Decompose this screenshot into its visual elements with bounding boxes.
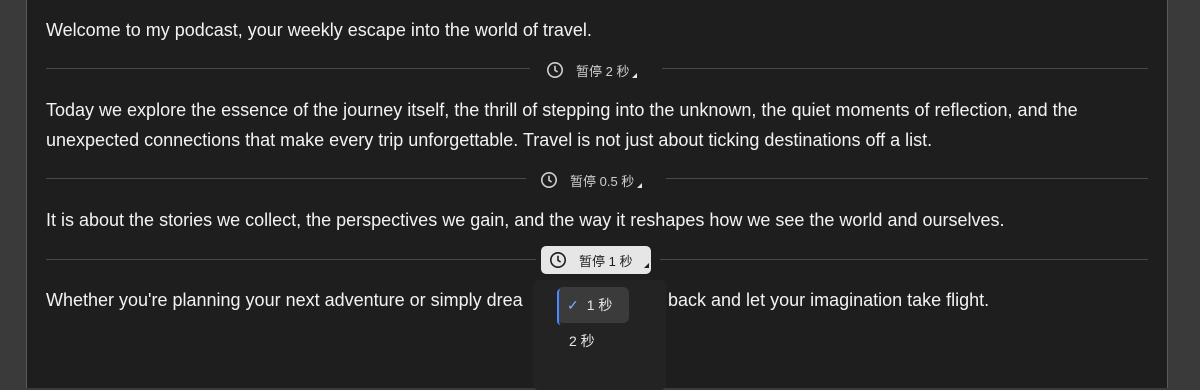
dropdown-caret-icon <box>632 73 638 78</box>
divider-right <box>662 68 1148 69</box>
paragraph-2-line-1: Today we explore the essence of the jour… <box>46 100 1078 120</box>
menu-option-2s[interactable]: 2 秒 <box>557 323 595 359</box>
pause-label: 暂停 1 秒 <box>579 253 633 269</box>
paragraph-1: Welcome to my podcast, your weekly escap… <box>46 20 592 40</box>
menu-option-1s[interactable]: ✓ 1 秒 <box>557 287 629 325</box>
pause-label: 暂停 2 秒 <box>576 63 630 79</box>
pause-marker-1s[interactable]: 暂停 1 秒 <box>541 246 651 274</box>
paragraph-3: It is about the stories we collect, the … <box>46 210 1005 230</box>
divider-left <box>46 178 526 179</box>
clock-icon <box>547 62 563 78</box>
option-label: 1 秒 <box>586 297 613 313</box>
option-label: 2 秒 <box>569 333 595 349</box>
divider-right <box>666 178 1148 179</box>
clock-icon <box>550 252 566 268</box>
checkmark-icon: ✓ <box>567 296 579 313</box>
pause-duration-menu: ✓ 1 秒 2 秒 <box>533 280 666 390</box>
pause-marker-2s[interactable]: 暂停 2 秒 <box>538 56 639 84</box>
pause-label: 暂停 0.5 秒 <box>570 173 635 189</box>
divider-left <box>46 259 536 260</box>
dropdown-caret-icon <box>644 263 649 268</box>
divider-left <box>46 68 530 69</box>
divider-right <box>660 259 1148 260</box>
clock-icon <box>541 172 557 188</box>
pause-marker-0-5s[interactable]: 暂停 0.5 秒 <box>532 166 644 194</box>
paragraph-2-line-2: unexpected connections that make every t… <box>46 130 933 150</box>
dropdown-caret-icon <box>637 183 643 188</box>
paragraph-4-end: back and let your imagination take fligh… <box>668 290 990 310</box>
paragraph-4-start: Whether you're planning your next advent… <box>46 290 523 310</box>
